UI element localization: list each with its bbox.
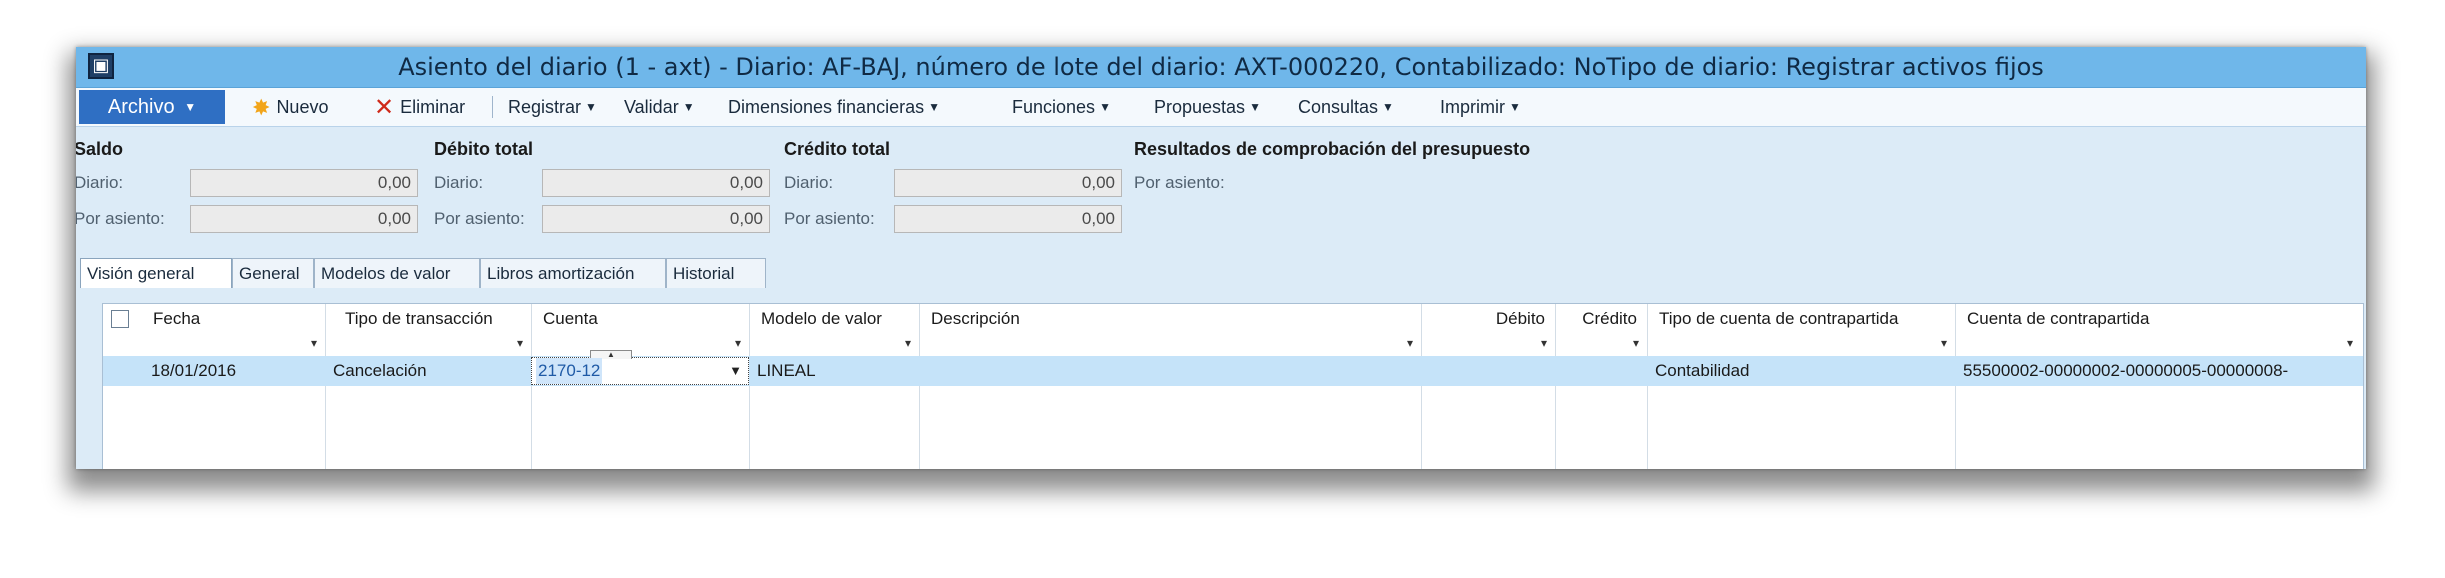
tab-libros-amortizacion[interactable]: Libros amortización — [480, 258, 666, 288]
eliminar-button[interactable]: ✕ Eliminar — [374, 92, 465, 122]
nuevo-button[interactable]: ✸ Nuevo — [252, 92, 328, 122]
window-title: Asiento del diario (1 - axt) - Diario: A… — [398, 53, 2044, 81]
cell-fecha[interactable]: 18/01/2016 — [143, 356, 325, 386]
header-tipo-transaccion[interactable]: Tipo de transacción — [335, 304, 531, 334]
tab-historial[interactable]: Historial — [666, 258, 766, 288]
filter-credito-icon[interactable]: ▾ — [1633, 336, 1639, 350]
header-debito[interactable]: Débito — [1421, 304, 1555, 334]
filter-tipo-icon[interactable]: ▾ — [517, 336, 523, 350]
credito-diario-field[interactable]: 0,00 — [894, 169, 1122, 197]
tab-modelos-de-valor[interactable]: Modelos de valor — [314, 258, 480, 288]
header-cuenta[interactable]: Cuenta — [533, 304, 749, 334]
filter-cuenta-icon[interactable]: ▾ — [735, 336, 741, 350]
filter-debito-icon[interactable]: ▾ — [1541, 336, 1547, 350]
saldo-heading: Saldo — [76, 139, 124, 159]
chevron-down-icon: ▼ — [1249, 100, 1261, 114]
consultas-label: Consultas — [1298, 97, 1379, 117]
select-all-checkbox[interactable] — [111, 310, 129, 328]
archivo-menu-button[interactable]: Archivo ▼ — [79, 90, 225, 124]
debito-diario-label: Diario: — [434, 173, 484, 192]
credito-total-heading: Crédito total — [784, 139, 890, 159]
chevron-down-icon: ▼ — [1099, 100, 1111, 114]
debito-asiento-field[interactable]: 0,00 — [542, 205, 770, 233]
archivo-label: Archivo — [107, 96, 175, 118]
imprimir-label: Imprimir — [1440, 97, 1505, 117]
propuestas-menu[interactable]: Propuestas ▼ — [1154, 92, 1261, 122]
chevron-down-icon: ▼ — [682, 100, 695, 114]
tab-vision-general[interactable]: Visión general — [80, 258, 232, 288]
eliminar-label: Eliminar — [400, 97, 466, 117]
journal-lines-grid: Fecha Tipo de transacción Cuenta Modelo … — [102, 303, 2364, 469]
filter-cuenta-contrapartida-icon[interactable]: ▾ — [2347, 336, 2353, 350]
cell-tipo-cuenta-contrapartida[interactable]: Contabilidad — [1647, 356, 1955, 386]
cell-modelo-valor[interactable]: LINEAL — [749, 356, 919, 386]
chevron-down-icon: ▼ — [184, 100, 197, 114]
filter-modelo-icon[interactable]: ▾ — [905, 336, 911, 350]
dimensiones-financieras-menu[interactable]: Dimensiones financieras ▼ — [728, 92, 940, 122]
validar-menu[interactable]: Validar ▼ — [624, 92, 695, 122]
funciones-menu[interactable]: Funciones ▼ — [1012, 92, 1111, 122]
saldo-diario-label: Diario: — [76, 173, 124, 192]
saldo-asiento-label: Por asiento: — [76, 209, 165, 228]
filter-tipo-contrapartida-icon[interactable]: ▾ — [1941, 336, 1947, 350]
registrar-label: Registrar — [508, 97, 582, 117]
new-star-icon: ✸ — [252, 95, 271, 120]
cuenta-combobox[interactable]: ▲ 2170-12 ▼ — [531, 350, 749, 385]
chevron-down-icon: ▼ — [585, 100, 597, 114]
cuenta-input[interactable]: 2170-12 — [536, 358, 603, 384]
validar-label: Validar — [624, 97, 679, 117]
cell-descripcion[interactable] — [919, 356, 1421, 386]
saldo-diario-field[interactable]: 0,00 — [190, 169, 418, 197]
credito-asiento-field[interactable]: 0,00 — [894, 205, 1122, 233]
chevron-down-icon: ▼ — [928, 100, 940, 114]
tab-general[interactable]: General — [232, 258, 314, 288]
cell-cuenta-contrapartida[interactable]: 55500002-00000002-00000005-00000008- — [1955, 356, 2363, 386]
debito-asiento-label: Por asiento: — [434, 209, 525, 228]
filter-row: ▾ ▾ ▾ ▾ ▾ ▾ ▾ ▾ ▾ — [103, 334, 2363, 357]
debito-total-heading: Débito total — [434, 139, 533, 159]
chevron-down-icon: ▼ — [1382, 100, 1394, 114]
credito-asiento-label: Por asiento: — [784, 209, 875, 228]
filter-descripcion-icon[interactable]: ▾ — [1407, 336, 1413, 350]
cell-debito[interactable] — [1421, 356, 1555, 386]
presupuesto-heading: Resultados de comprobación del presupues… — [1134, 139, 1531, 159]
header-fecha[interactable]: Fecha — [143, 304, 325, 334]
imprimir-menu[interactable]: Imprimir ▼ — [1440, 92, 1521, 122]
debito-diario-field[interactable]: 0,00 — [542, 169, 770, 197]
title-bar: ▣ Asiento del diario (1 - axt) - Diario:… — [76, 47, 2366, 88]
header-credito[interactable]: Crédito — [1555, 304, 1647, 334]
header-modelo-valor[interactable]: Modelo de valor — [751, 304, 919, 334]
nuevo-label: Nuevo — [276, 97, 329, 117]
header-descripcion[interactable]: Descripción — [921, 304, 1421, 334]
cell-credito[interactable] — [1555, 356, 1647, 386]
chevron-down-icon[interactable]: ▼ — [729, 360, 742, 382]
credito-diario-label: Diario: — [784, 173, 834, 192]
saldo-asiento-field[interactable]: 0,00 — [190, 205, 418, 233]
propuestas-label: Propuestas — [1154, 97, 1246, 117]
menu-separator — [492, 96, 493, 118]
funciones-label: Funciones — [1012, 97, 1096, 117]
presupuesto-asiento-label: Por asiento: — [1134, 173, 1225, 192]
registrar-menu[interactable]: Registrar ▼ — [508, 92, 597, 122]
cell-tipo-transaccion[interactable]: Cancelación — [325, 356, 531, 386]
journal-lines-grid-area: Fecha Tipo de transacción Cuenta Modelo … — [82, 289, 2364, 469]
header-cuenta-contrapartida[interactable]: Cuenta de contrapartida — [1957, 304, 2363, 334]
chevron-down-icon: ▼ — [1509, 100, 1521, 114]
filter-fecha-icon[interactable]: ▾ — [311, 336, 317, 350]
header-tipo-cuenta-contrapartida[interactable]: Tipo de cuenta de contrapartida — [1649, 304, 1955, 334]
consultas-menu[interactable]: Consultas ▼ — [1298, 92, 1394, 122]
journal-entry-window: ▣ Asiento del diario (1 - axt) - Diario:… — [76, 47, 2366, 469]
delete-x-icon: ✕ — [374, 93, 395, 121]
dimensiones-label: Dimensiones financieras — [728, 97, 925, 117]
action-pane: Archivo ▼ ✸ Nuevo ✕ Eliminar Registrar ▼ Va… — [76, 88, 2366, 127]
